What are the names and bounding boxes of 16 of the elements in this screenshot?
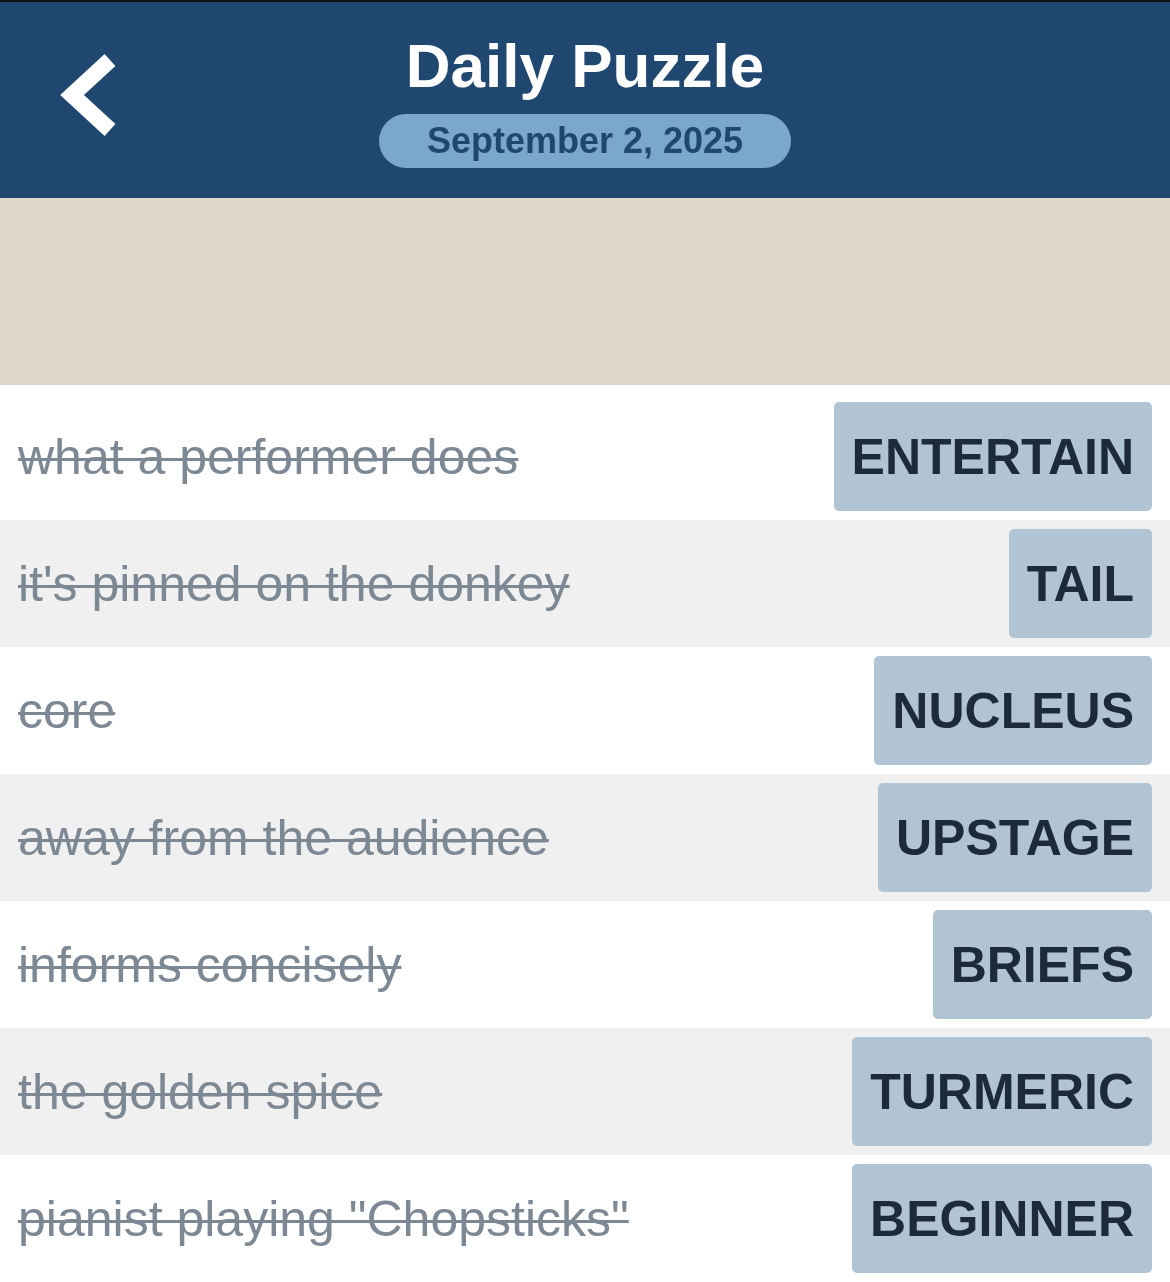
answer-button[interactable]: TURMERIC bbox=[852, 1037, 1152, 1146]
answer-button[interactable]: BEGINNER bbox=[852, 1164, 1152, 1273]
answer-button[interactable]: TAIL bbox=[1008, 529, 1152, 638]
clue-text: it's pinned on the donkey bbox=[18, 554, 570, 613]
answer-button[interactable]: BRIEFS bbox=[932, 910, 1152, 1019]
clue-text: the golden spice bbox=[18, 1062, 383, 1121]
clue-text: informs concisely bbox=[18, 935, 402, 994]
clue-text: what a performer does bbox=[18, 427, 519, 486]
answer-button[interactable]: ENTERTAIN bbox=[833, 402, 1152, 511]
clue-text: pianist playing "Chopsticks" bbox=[18, 1189, 629, 1248]
clue-text: core bbox=[18, 681, 116, 740]
answer-button[interactable]: UPSTAGE bbox=[878, 783, 1152, 892]
answer-button[interactable]: NUCLEUS bbox=[874, 656, 1152, 765]
page-title: Daily Puzzle bbox=[405, 30, 765, 102]
clue-text: away from the audience bbox=[18, 808, 549, 867]
date-pill: September 2, 2025 bbox=[378, 114, 792, 168]
